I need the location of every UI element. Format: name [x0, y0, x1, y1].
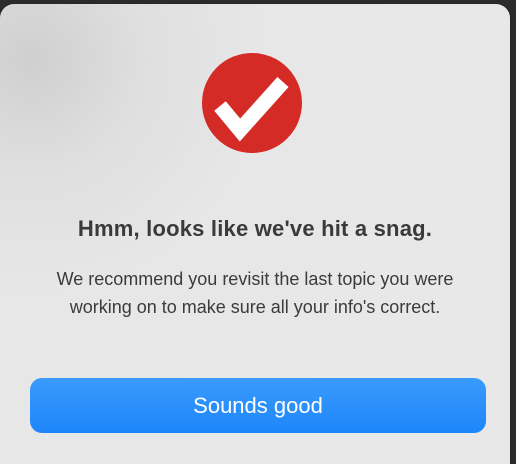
- dialog-title: Hmm, looks like we've hit a snag.: [77, 216, 433, 241]
- checkmark-logo-icon: [197, 48, 307, 158]
- sounds-good-button[interactable]: Sounds good: [30, 378, 486, 433]
- dialog-message: We recommend you revisit the last topic …: [56, 269, 454, 317]
- error-dialog: Hmm, looks like we've hit a snag. We rec…: [0, 4, 510, 464]
